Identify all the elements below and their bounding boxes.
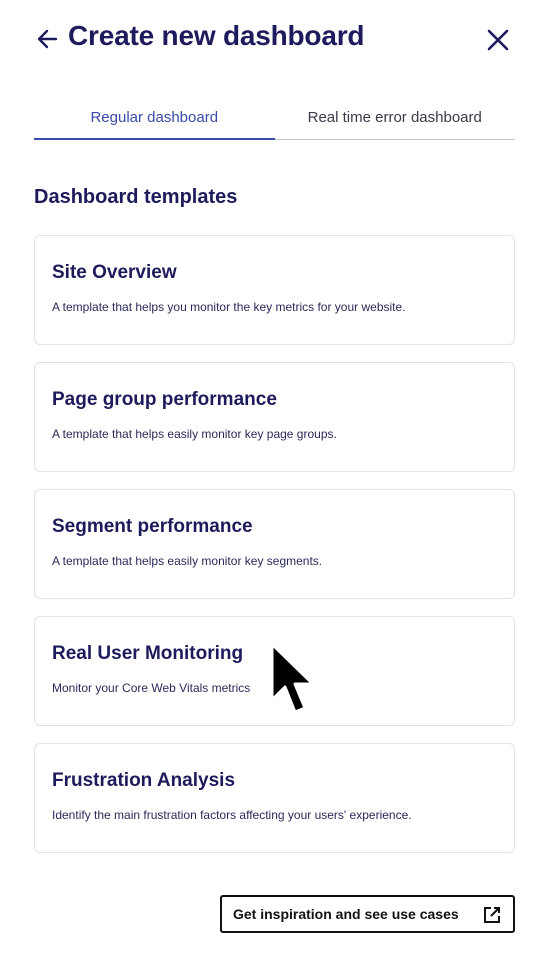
template-title: Real User Monitoring [52,643,244,664]
template-description: A template that helps easily monitor key… [52,554,323,568]
template-title: Frustration Analysis [52,770,236,791]
template-title: Page group performance [52,389,277,410]
template-description: Identify the main frustration factors af… [52,808,412,822]
template-list: Site Overview A template that helps you … [34,235,515,870]
template-card-real-user-monitoring[interactable]: Real User Monitoring Monitor your Core W… [34,616,515,726]
page-title: Create new dashboard [68,20,365,51]
close-icon [487,29,509,51]
dialog-header: Create new dashboard [0,0,542,80]
inspiration-button-label: Get inspiration and see use cases [233,906,459,922]
tab-regular-dashboard[interactable]: Regular dashboard [34,100,275,140]
template-description: A template that helps you monitor the ke… [52,300,406,314]
close-button[interactable] [484,26,512,54]
template-card-site-overview[interactable]: Site Overview A template that helps you … [34,235,515,345]
template-title: Segment performance [52,516,253,537]
section-title: Dashboard templates [34,186,238,208]
inspiration-button[interactable]: Get inspiration and see use cases [220,895,515,933]
external-link-icon [484,907,500,923]
template-card-page-group-performance[interactable]: Page group performance A template that h… [34,362,515,472]
template-card-segment-performance[interactable]: Segment performance A template that help… [34,489,515,599]
arrow-left-icon [37,29,58,49]
dashboard-type-tabs: Regular dashboard Real time error dashbo… [34,100,515,140]
template-description: Monitor your Core Web Vitals metrics [52,681,251,695]
template-card-frustration-analysis[interactable]: Frustration Analysis Identify the main f… [34,743,515,853]
template-title: Site Overview [52,262,177,283]
back-button[interactable] [34,26,60,52]
tab-real-time-error-dashboard[interactable]: Real time error dashboard [275,100,516,139]
template-description: A template that helps easily monitor key… [52,427,337,441]
